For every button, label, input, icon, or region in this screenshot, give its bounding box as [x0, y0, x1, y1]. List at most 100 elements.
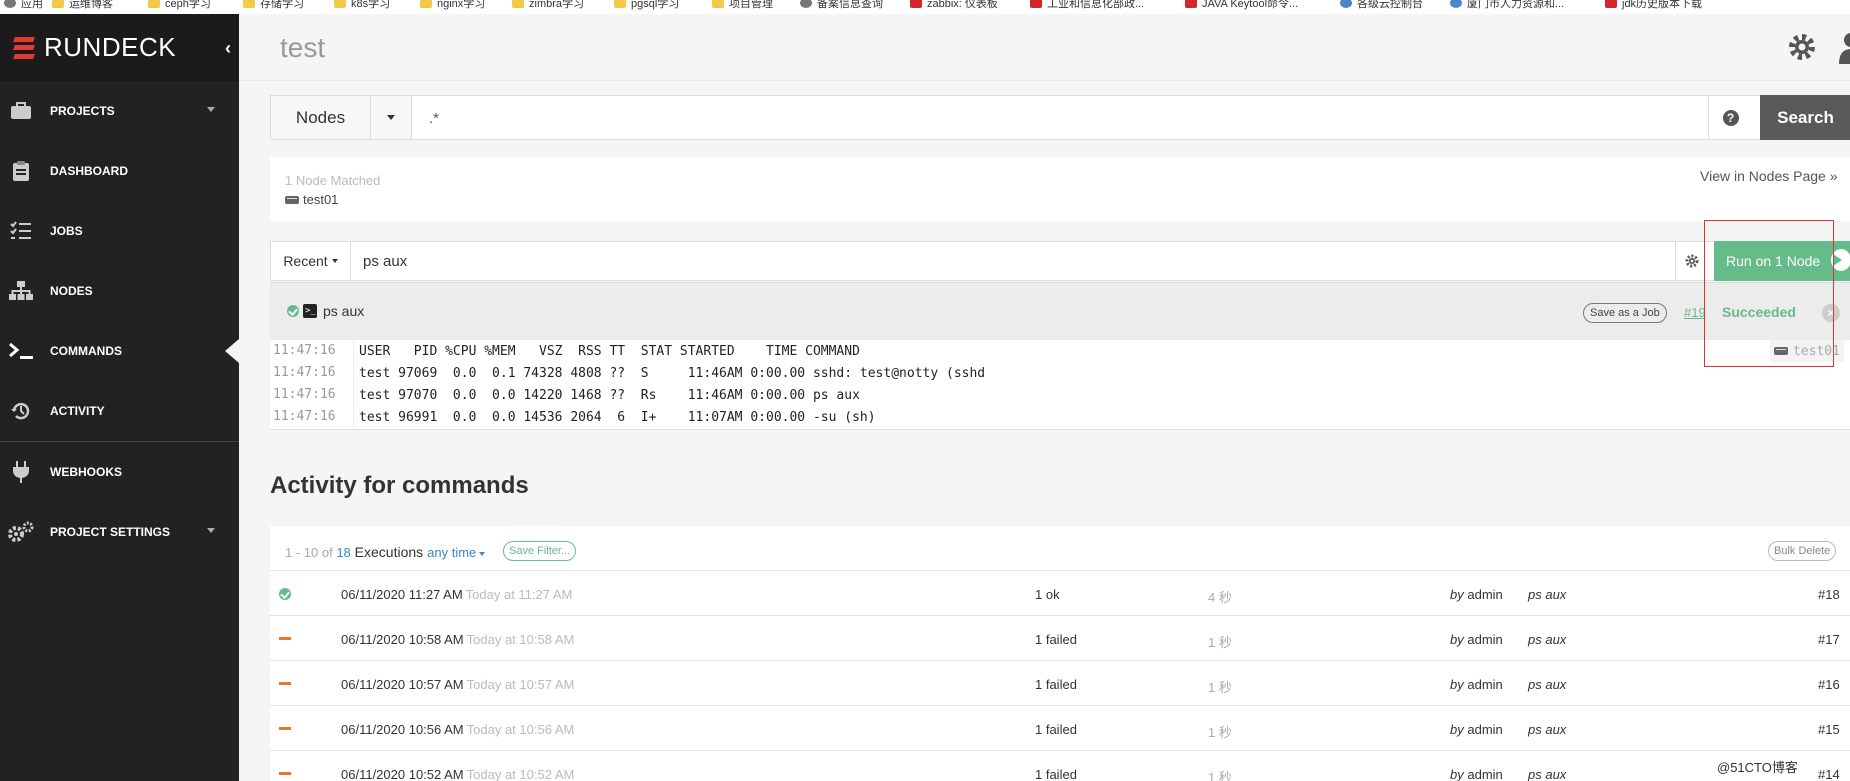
view-in-nodes-link[interactable]: View in Nodes Page »: [1700, 168, 1838, 184]
sidebar-item-dashboard[interactable]: DASHBOARD: [0, 141, 239, 201]
activity-id[interactable]: #14: [1818, 767, 1840, 781]
activity-row[interactable]: 06/11/2020 11:27 AM Today at 11:27 AM 1 o…: [270, 571, 1850, 616]
node-filter-input[interactable]: [429, 105, 1629, 131]
activity-user: by admin: [1450, 632, 1503, 647]
activity-id[interactable]: #18: [1818, 587, 1840, 602]
gear-icon[interactable]: [1787, 32, 1817, 62]
annotation-highlight-box: [1704, 220, 1834, 367]
node-match-count: 1 Node Matched: [285, 173, 381, 188]
chevron-down-icon: [387, 115, 395, 120]
activity-row[interactable]: 06/11/2020 10:57 AM Today at 10:57 AM 1 f…: [270, 661, 1850, 706]
bulk-delete-button[interactable]: Bulk Delete: [1768, 541, 1837, 561]
bookmark-item[interactable]: k8s学习: [334, 0, 390, 11]
execution-output: 11:47:16 USER PID %CPU %MEM VSZ RSS TT S…: [270, 340, 1850, 430]
recent-label: Recent: [283, 253, 328, 269]
bookmark-item[interactable]: 备案信息查询: [800, 0, 883, 11]
bookmark-item[interactable]: zimbra学习: [512, 0, 584, 11]
nodes-filter-button[interactable]: Nodes: [271, 96, 371, 139]
activity-panel: 1 - 10 of 18 Executions any time Save Fil…: [270, 526, 1850, 781]
sidebar: RUNDECK ‹ PROJECTS DASHBOARD JOBS NODES …: [0, 14, 239, 781]
activity-date-absolute: 06/11/2020 11:27 AM: [341, 587, 463, 602]
activity-date-absolute: 06/11/2020 10:57 AM: [341, 677, 464, 692]
execution-command: ps aux: [323, 303, 365, 319]
bookmark-item[interactable]: nginx学习: [420, 0, 485, 11]
java-icon: [1185, 0, 1197, 8]
bookmark-item[interactable]: 应用: [4, 0, 43, 11]
collapse-sidebar-button[interactable]: ‹: [217, 36, 239, 60]
sitemap-icon: [8, 280, 34, 302]
activity-id[interactable]: #15: [1818, 722, 1840, 737]
activity-user-name: admin: [1467, 587, 1503, 602]
activity-duration: 1 秒: [1208, 770, 1232, 781]
activity-title: Activity for commands: [270, 472, 529, 499]
sidebar-item-activity[interactable]: ACTIVITY: [0, 381, 239, 441]
brand[interactable]: RUNDECK ‹: [0, 14, 239, 81]
java-icon: [1605, 0, 1617, 8]
activity-result: 1 failed: [1035, 767, 1077, 781]
activity-date: 06/11/2020 10:52 AM Today at 10:52 AM: [341, 767, 574, 781]
bookmark-item[interactable]: zabbix: 仪表板: [910, 0, 998, 11]
activity-user-name: admin: [1467, 767, 1503, 781]
bookmark-item[interactable]: pgsql学习: [614, 0, 679, 11]
gear-icon: [1685, 254, 1698, 268]
bookmark-item[interactable]: 厦门市人力资源和...: [1450, 0, 1564, 11]
sidebar-item-label: PROJECTS: [50, 103, 115, 118]
bookmark-item[interactable]: 工业和信息化部政...: [1030, 0, 1144, 11]
search-button[interactable]: Search: [1760, 95, 1850, 140]
bookmark-item[interactable]: 各级云控制台: [1340, 0, 1423, 11]
activity-by: by: [1450, 722, 1464, 737]
zabbix-icon: [910, 0, 922, 8]
watermark: @51CTO博客: [1717, 760, 1798, 775]
activity-date: 06/11/2020 10:58 AM Today at 10:58 AM: [341, 632, 574, 647]
bookmark-item[interactable]: 项目管理: [712, 0, 773, 11]
user-icon[interactable]: [1837, 30, 1850, 64]
nodes-filter-dropdown[interactable]: [371, 96, 412, 139]
activity-result: 1 failed: [1035, 677, 1077, 692]
gears-icon: [8, 521, 34, 543]
rundeck-logo-icon: [13, 36, 35, 59]
activity-row[interactable]: 06/11/2020 10:56 AM Today at 10:56 AM 1 f…: [270, 706, 1850, 751]
sidebar-item-webhooks[interactable]: WEBHOOKS: [0, 442, 239, 502]
output-line: 11:47:16 test 97069 0.0 0.1 74328 4808 ?…: [270, 362, 1850, 384]
activity-id[interactable]: #16: [1818, 677, 1840, 692]
save-as-job-button[interactable]: Save as a Job: [1583, 303, 1667, 323]
activity-command: ps aux: [1528, 722, 1567, 737]
sidebar-item-jobs[interactable]: JOBS: [0, 201, 239, 261]
command-input[interactable]: [363, 250, 1463, 272]
chevron-down-icon: [207, 107, 215, 112]
matched-node[interactable]: test01: [285, 192, 338, 207]
sidebar-item-nodes[interactable]: NODES: [0, 261, 239, 321]
command-options-button[interactable]: [1675, 242, 1707, 280]
activity-result: 1 failed: [1035, 632, 1077, 647]
bookmark-item[interactable]: ceph学习: [148, 0, 211, 11]
recent-commands-button[interactable]: Recent: [271, 242, 351, 280]
save-filter-button[interactable]: Save Filter...: [503, 541, 577, 561]
activity-date: 06/11/2020 10:57 AM Today at 10:57 AM: [341, 677, 574, 692]
activity-duration: 1 秒: [1208, 680, 1232, 695]
output-text: test 97069 0.0 0.1 74328 4808 ?? S 11:46…: [359, 365, 986, 381]
topbar: test: [239, 14, 1850, 81]
activity-id[interactable]: #17: [1818, 632, 1840, 647]
sidebar-item-label: ACTIVITY: [50, 403, 105, 418]
sidebar-item-label: PROJECT SETTINGS: [50, 524, 171, 539]
sidebar-item-label: WEBHOOKS: [50, 464, 122, 479]
plug-icon: [8, 460, 34, 483]
activity-row[interactable]: 06/11/2020 10:58 AM Today at 10:58 AM 1 f…: [270, 616, 1850, 661]
sidebar-item-project-settings[interactable]: PROJECT SETTINGS: [0, 502, 239, 562]
bookmark-item[interactable]: jdk历史版本下载: [1605, 0, 1702, 11]
bookmark-item[interactable]: 存储学习: [243, 0, 304, 11]
sidebar-item-projects[interactable]: PROJECTS: [0, 81, 239, 141]
time-filter-dropdown[interactable]: any time: [427, 545, 486, 560]
terminal-icon: [8, 340, 34, 362]
bookmark-item[interactable]: JAVA Keytool命令...: [1185, 0, 1298, 11]
execution-id-link[interactable]: #19: [1684, 305, 1706, 320]
activity-total[interactable]: 18: [336, 545, 350, 560]
folder-icon: [334, 0, 346, 8]
filter-help-button[interactable]: ?: [1708, 96, 1752, 139]
sidebar-item-label: COMMANDS: [50, 343, 122, 358]
activity-date-absolute: 06/11/2020 10:58 AM: [341, 632, 464, 647]
activity-row[interactable]: 06/11/2020 10:52 AM Today at 10:52 AM 1 f…: [270, 751, 1850, 781]
sidebar-item-commands[interactable]: COMMANDS: [0, 321, 239, 381]
bookmark-item[interactable]: 运维博客: [52, 0, 113, 11]
activity-range: 1 - 10 of 18 Executions any time: [285, 544, 486, 560]
